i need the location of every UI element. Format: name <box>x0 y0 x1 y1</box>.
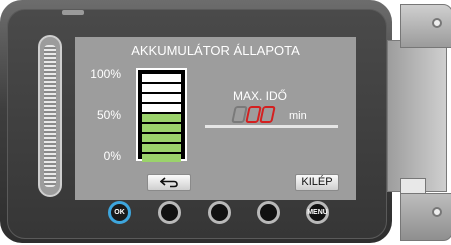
divider <box>205 125 338 128</box>
battery-segment <box>142 154 181 162</box>
hw-button-2[interactable] <box>158 201 181 224</box>
scale-100: 100% <box>90 67 121 81</box>
menu-button[interactable]: MENU <box>306 201 329 224</box>
battery-segment <box>142 74 181 82</box>
battery-segment <box>142 144 181 152</box>
hinge-top <box>400 4 451 48</box>
hinge-bottom <box>400 193 451 241</box>
max-time-label: MAX. IDŐ <box>233 89 288 103</box>
hinge-back <box>387 40 447 192</box>
exit-button[interactable]: KILÉP <box>295 174 339 191</box>
scale-0: 0% <box>103 149 121 163</box>
battery-segment <box>142 84 181 92</box>
battery-segment <box>142 124 181 132</box>
scale-50: 50% <box>96 108 121 122</box>
left-grip <box>38 35 62 197</box>
screw-icon <box>432 207 442 217</box>
top-slot <box>62 10 84 15</box>
back-arrow-icon <box>160 177 178 188</box>
hinge-slot <box>400 178 426 194</box>
min-unit: min <box>289 110 307 122</box>
battery-gauge <box>136 68 187 162</box>
time-readout <box>231 106 293 124</box>
battery-segment <box>142 104 181 112</box>
back-button[interactable] <box>147 174 191 191</box>
grip-ridges <box>44 45 56 187</box>
hw-button-3[interactable] <box>208 201 231 224</box>
hw-button-4[interactable] <box>257 201 280 224</box>
battery-segment <box>142 94 181 102</box>
screw-icon <box>432 18 442 28</box>
battery-segment <box>142 114 181 122</box>
ok-label: OK <box>114 209 125 216</box>
ok-button[interactable]: OK <box>108 201 131 224</box>
screen-title: AKKUMULÁTOR ÁLLAPOTA <box>131 43 300 58</box>
digit-3 <box>259 106 276 123</box>
lcd-screen: AKKUMULÁTOR ÁLLAPOTA 100% 50% 0% MAX. ID… <box>75 37 356 200</box>
menu-label: MENU <box>307 209 328 216</box>
battery-segment <box>142 134 181 142</box>
